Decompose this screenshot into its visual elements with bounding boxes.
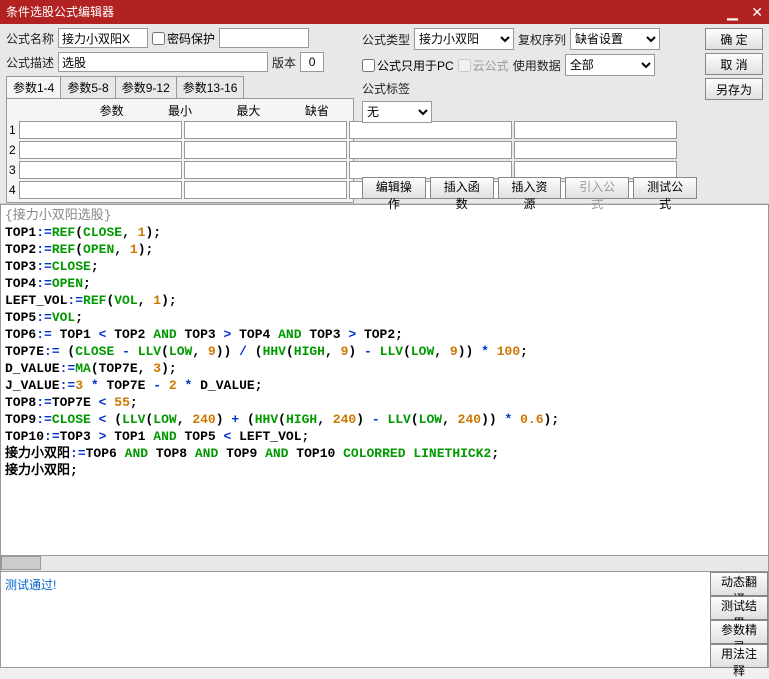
insfn-button[interactable]: 插入函数 [430,177,494,199]
testres-button[interactable]: 测试结果 [710,596,768,620]
desc-label: 公式描述 [6,54,54,71]
param-tab-1[interactable]: 参数1-4 [6,76,61,98]
param-table: 参数 最小 最大 缺省 1234 [6,99,354,203]
param-row: 2 [9,140,351,160]
tags-label: 公式标签 [362,80,410,97]
param-min-input[interactable] [184,141,347,159]
type-label: 公式类型 [362,31,410,48]
param-row: 4 [9,180,351,200]
fqseq-select[interactable]: 缺省设置 [570,28,660,50]
fqseq-label: 复权序列 [518,31,566,48]
param-name-input[interactable] [19,161,182,179]
horizontal-scrollbar[interactable] [0,556,769,572]
titlebar: 条件选股公式编辑器 ▁ ✕ [0,0,769,24]
param-min-input[interactable] [184,181,347,199]
param-row: 3 [9,160,351,180]
param-min-input[interactable] [184,121,347,139]
desc-input[interactable] [58,52,268,72]
tag-select[interactable]: 无 [362,101,432,123]
param-name-input[interactable] [19,141,182,159]
name-input[interactable] [58,28,148,48]
editop-button[interactable]: 编辑操作 [362,177,426,199]
insres-button[interactable]: 插入资源 [498,177,562,199]
password-input[interactable] [219,28,309,48]
param-min-input[interactable] [184,161,347,179]
version-label: 版本 [272,54,296,71]
ok-button[interactable]: 确 定 [705,28,763,50]
import-button: 引入公式 [565,177,629,199]
cloud-checkbox: 云公式 [458,57,509,74]
saveas-button[interactable]: 另存为 [705,78,763,100]
param-tab-4[interactable]: 参数13-16 [176,76,245,98]
close-icon[interactable]: ✕ [751,4,763,20]
window-title: 条件选股公式编辑器 [6,0,114,24]
test-button[interactable]: 测试公式 [633,177,697,199]
param-row: 1 [9,120,351,140]
paramwiz-button[interactable]: 参数精灵 [710,620,768,644]
param-tab-2[interactable]: 参数5-8 [60,76,115,98]
usage-button[interactable]: 用法注释 [710,644,768,668]
code-editor[interactable]: {接力小双阳选股} TOP1:=REF(CLOSE, 1); TOP2:=REF… [0,204,769,556]
type-select[interactable]: 接力小双阳 [414,28,514,50]
param-name-input[interactable] [19,181,182,199]
dyntrans-button[interactable]: 动态翻译 [710,572,768,596]
param-tabs: 参数1-4 参数5-8 参数9-12 参数13-16 [6,76,354,99]
minimize-icon[interactable]: ▁ [727,4,738,20]
usedata-label: 使用数据 [513,57,561,74]
password-checkbox[interactable]: 密码保护 [152,30,215,47]
pconly-checkbox[interactable]: 公式只用于PC [362,57,454,74]
status-area: 测试通过! [1,572,710,667]
cancel-button[interactable]: 取 消 [705,53,763,75]
name-label: 公式名称 [6,30,54,47]
usedata-select[interactable]: 全部 [565,54,655,76]
param-name-input[interactable] [19,121,182,139]
version-input[interactable] [300,52,324,72]
param-tab-3[interactable]: 参数9-12 [115,76,177,98]
